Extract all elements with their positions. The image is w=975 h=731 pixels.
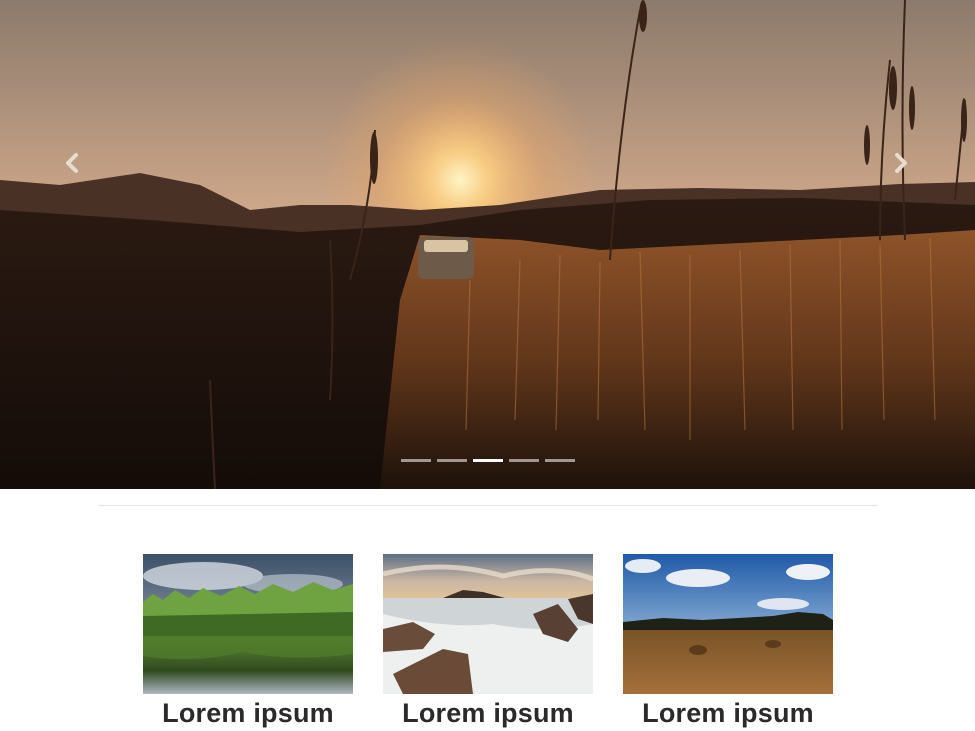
card-title: Lorem ipsum — [162, 698, 334, 728]
gallery-card-seashore[interactable]: Lorem ipsum — [383, 554, 593, 729]
forest-lake-image — [143, 554, 353, 694]
carousel-prev-button[interactable] — [52, 143, 92, 183]
gallery-card-field[interactable]: Lorem ipsum — [623, 554, 833, 729]
carousel-indicator-1[interactable] — [401, 459, 431, 462]
carousel-indicator-5[interactable] — [545, 459, 575, 462]
chevron-right-icon — [895, 153, 907, 173]
carousel-indicators — [401, 459, 575, 462]
carousel-indicator-3[interactable] — [473, 459, 503, 462]
hero-slide-image — [0, 0, 975, 489]
rocky-seashore-image — [383, 554, 593, 694]
hero-carousel — [0, 0, 975, 489]
carousel-next-button[interactable] — [881, 143, 921, 183]
golden-field-image — [623, 554, 833, 694]
carousel-indicator-4[interactable] — [509, 459, 539, 462]
chevron-left-icon — [66, 153, 78, 173]
carousel-indicator-2[interactable] — [437, 459, 467, 462]
card-title: Lorem ipsum — [642, 698, 814, 728]
gallery-card-forest[interactable]: Lorem ipsum — [143, 554, 353, 729]
card-title: Lorem ipsum — [402, 698, 574, 728]
section-divider — [98, 505, 878, 506]
